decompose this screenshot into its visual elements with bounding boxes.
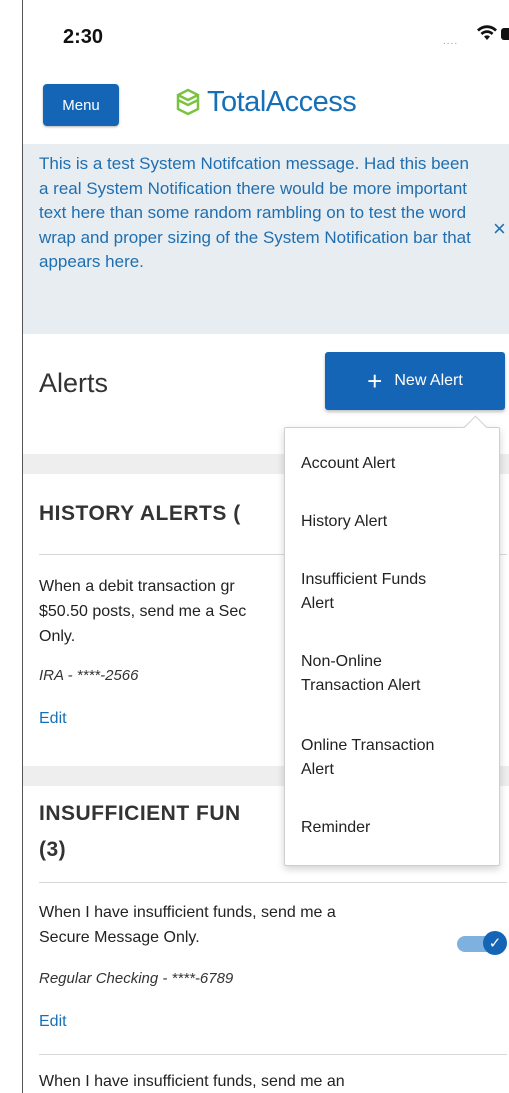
menu-item-label-line-2: Alert: [301, 595, 334, 612]
menu-item-non-online-transaction-alert[interactable]: Non-Online Transaction Alert: [301, 650, 481, 698]
history-alert-text-line-2: $50.50 posts, send me a Sec: [39, 603, 247, 620]
history-alert-account: IRA - ****-2566: [39, 667, 139, 684]
insufficient-alert-text-line-1: When I have insufficient funds, send me …: [39, 904, 336, 921]
check-icon: ✓: [483, 931, 507, 955]
menu-button[interactable]: Menu: [43, 84, 119, 126]
frame-border: [22, 0, 23, 1093]
menu-item-reminder[interactable]: Reminder: [301, 816, 481, 840]
app-frame: 2:30 .... Menu TotalAccess This is a tes…: [0, 0, 509, 1093]
new-alert-dropdown: Account Alert History Alert Insufficient…: [284, 415, 500, 866]
close-icon[interactable]: ×: [493, 216, 506, 242]
insufficient-funds-heading-line-2: (3): [39, 838, 67, 861]
insufficient-alert-2-text-line-1: When I have insufficient funds, send me …: [39, 1073, 345, 1090]
insufficient-alert-account: Regular Checking - ****-6789: [39, 970, 234, 987]
new-alert-label: New Alert: [394, 372, 463, 389]
history-alert-text-line-3: Only.: [39, 628, 76, 645]
menu-item-label: Reminder: [301, 819, 371, 836]
brand-logo: TotalAccess: [173, 82, 357, 122]
insufficient-alert-edit-link[interactable]: Edit: [39, 1013, 67, 1031]
system-notification: This is a test System Notifcation messag…: [23, 144, 509, 334]
menu-item-label-line-2: Alert: [301, 761, 334, 778]
logo-mark-icon: [176, 88, 200, 116]
menu-item-label-line-1: Non-Online: [301, 653, 382, 670]
history-alerts-heading: HISTORY ALERTS (: [39, 502, 241, 525]
signal-icon: ....: [443, 36, 459, 47]
divider: [39, 1054, 507, 1055]
menu-item-label-line-1: Insufficient Funds: [301, 571, 427, 588]
logo-text: TotalAccess: [207, 85, 357, 118]
new-alert-button[interactable]: + New Alert: [325, 352, 505, 410]
system-notification-message: This is a test System Notifcation messag…: [39, 154, 471, 271]
menu-item-history-alert[interactable]: History Alert: [301, 510, 481, 534]
page-title: Alerts: [39, 368, 109, 398]
menu-item-label-line-1: Online Transaction: [301, 737, 435, 754]
menu-item-account-alert[interactable]: Account Alert: [301, 452, 481, 476]
plus-icon: +: [367, 366, 383, 396]
status-time: 2:30: [63, 26, 104, 48]
battery-icon: [501, 28, 509, 40]
app-header: Menu TotalAccess: [23, 68, 509, 144]
insufficient-funds-heading-line-1: INSUFFICIENT FUN: [39, 802, 241, 825]
history-alert-text-line-1: When a debit transaction gr: [39, 578, 235, 595]
wifi-icon: [477, 25, 497, 40]
status-bar: 2:30 ....: [23, 0, 509, 68]
menu-item-label: History Alert: [301, 513, 388, 530]
menu-item-label: Account Alert: [301, 455, 396, 472]
insufficient-alert-text-line-2: Secure Message Only.: [39, 929, 200, 946]
divider: [39, 882, 507, 883]
history-alert-edit-link[interactable]: Edit: [39, 710, 67, 728]
menu-item-label-line-2: Transaction Alert: [301, 677, 421, 694]
menu-item-online-transaction-alert[interactable]: Online Transaction Alert: [301, 734, 481, 782]
alert-toggle[interactable]: ✓: [457, 931, 507, 955]
menu-item-insufficient-funds-alert[interactable]: Insufficient Funds Alert: [301, 568, 481, 616]
